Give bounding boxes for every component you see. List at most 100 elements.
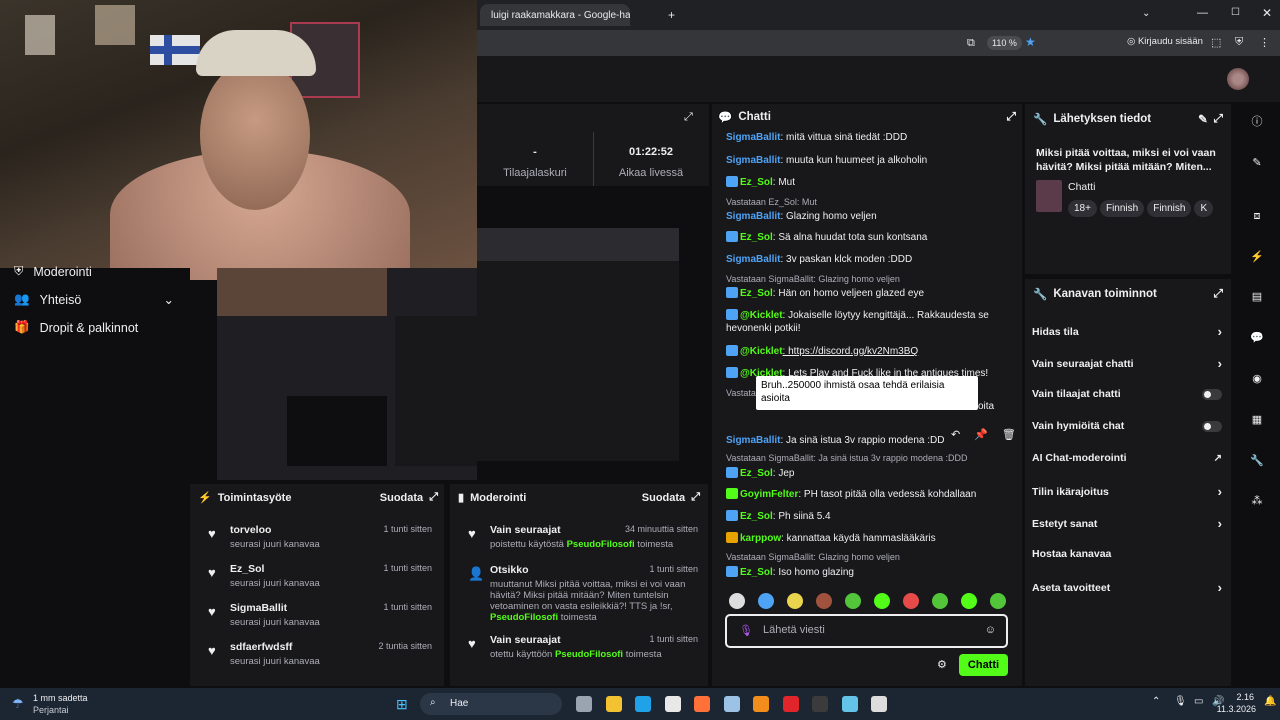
chat-message[interactable]: @Kicklet: Jokaiselle löytyy kengittäjä..…: [726, 309, 1018, 335]
emoji-icon[interactable]: ☺: [985, 624, 996, 636]
chat-username[interactable]: Ez_Sol: [740, 468, 773, 479]
tag[interactable]: Finnish: [1147, 200, 1192, 217]
emote-icon[interactable]: [874, 593, 890, 609]
reply-icon[interactable]: ↶: [951, 428, 960, 446]
popout-icon[interactable]: ⤢: [684, 111, 693, 124]
network-icon[interactable]: ▭: [1194, 696, 1203, 707]
microphone-icon[interactable]: 🎙: [739, 624, 753, 637]
chat-input[interactable]: 🎙 Lähetä viesti ☺: [725, 614, 1008, 648]
chat-username[interactable]: Ez_Sol: [740, 567, 773, 578]
nav-item-moderation[interactable]: ⛨ Moderointi: [14, 264, 92, 279]
bookmark-star-icon[interactable]: ★: [1025, 35, 1036, 49]
terminal-icon[interactable]: [812, 696, 828, 712]
chat-bubble-icon[interactable]: 💬: [1250, 331, 1264, 345]
channel-action-item[interactable]: Hidas tila ›: [1032, 324, 1222, 339]
chat-username[interactable]: Ez_Sol: [740, 232, 773, 243]
chat-username[interactable]: GoyimFelter: [740, 489, 798, 500]
clock-time[interactable]: 2.16: [1224, 692, 1254, 702]
gear-icon[interactable]: ⚙: [937, 658, 947, 671]
screenshot-icon[interactable]: ⧉: [967, 37, 975, 50]
apps-icon[interactable]: ⁂: [1250, 494, 1264, 508]
store-icon[interactable]: [664, 696, 681, 712]
signin-button[interactable]: ◎ Kirjaudu sisään: [1127, 36, 1203, 47]
toggle-switch[interactable]: [1202, 420, 1222, 432]
delete-icon[interactable]: 🗑: [1002, 428, 1016, 446]
chat-message[interactable]: Ez_Sol: Mut: [726, 176, 1018, 189]
popout-icon[interactable]: ⤢: [429, 491, 438, 504]
chat-message[interactable]: GoyimFelter: PH tasot pitää olla vedessä…: [726, 488, 1018, 501]
extensions-icon[interactable]: ⬚: [1211, 36, 1221, 49]
chevron-right-icon[interactable]: ›: [1218, 356, 1222, 371]
maximize-icon[interactable]: ☐: [1231, 7, 1240, 18]
chevron-right-icon[interactable]: ›: [1218, 484, 1222, 499]
microphone-icon[interactable]: 🎙: [1174, 696, 1187, 707]
info-icon[interactable]: ⓘ: [1250, 115, 1264, 129]
activity-item[interactable]: ♥ SigmaBallit 1 tunti sitten seurasi juuri …: [196, 602, 432, 636]
opera-icon[interactable]: [782, 696, 799, 712]
emote-icon[interactable]: [816, 593, 832, 609]
tag[interactable]: 18+: [1068, 200, 1097, 217]
steam-icon[interactable]: [723, 696, 740, 712]
chat-message[interactable]: @Kicklet: https://discord.gg/kv2Nm3BQ: [726, 345, 1018, 358]
nav-item-community[interactable]: 👥 Yhteisö ⌄: [14, 292, 174, 307]
chat-message[interactable]: Ez_Sol: Iso homo glazing: [726, 566, 1018, 579]
activity-name[interactable]: SigmaBallit: [230, 602, 287, 614]
channel-action-item[interactable]: Hostaa kanavaa: [1032, 548, 1222, 560]
chevron-right-icon[interactable]: ›: [1218, 324, 1222, 339]
lightning-icon[interactable]: ⚡: [1250, 250, 1264, 264]
pin-icon[interactable]: 📌: [974, 428, 988, 446]
chat-username[interactable]: SigmaBallit: [726, 211, 780, 222]
chat-username[interactable]: SigmaBallit: [726, 155, 780, 166]
edit-icon[interactable]: ✎: [1250, 156, 1264, 170]
emote-icon[interactable]: [903, 593, 919, 609]
activity-name[interactable]: Ez_Sol: [230, 563, 264, 575]
chat-message[interactable]: SigmaBallit: Glazing homo veljen: [726, 210, 1018, 223]
activity-name[interactable]: sdfaerfwdsff: [230, 641, 292, 653]
activity-item[interactable]: ♥ Ez_Sol 1 tunti sitten seurasi juuri kanav…: [196, 563, 432, 597]
minimize-icon[interactable]: —: [1197, 7, 1208, 19]
edit-icon[interactable]: ✎: [1198, 112, 1208, 126]
windows-start-icon[interactable]: ⊞: [396, 696, 408, 713]
emote-icon[interactable]: [932, 593, 948, 609]
chat-username[interactable]: SigmaBallit: [726, 132, 780, 143]
emote-icon[interactable]: [990, 593, 1006, 609]
channel-action-item[interactable]: Vain tilaajat chatti: [1032, 388, 1222, 400]
notepad-icon[interactable]: [841, 696, 858, 712]
task-view-icon[interactable]: [576, 696, 592, 712]
chat-message[interactable]: Ez_Sol: Sä alna huudat tota sun kontsana: [726, 231, 1018, 244]
chat-username[interactable]: Ez_Sol: [740, 288, 773, 299]
chevron-down-icon[interactable]: ⌄: [1142, 8, 1150, 19]
layout-icon[interactable]: ▦: [1250, 413, 1264, 427]
file-explorer-icon[interactable]: [605, 696, 622, 712]
nav-item-drops[interactable]: 🎁 Dropit & palkinnot: [14, 320, 138, 335]
emote-icon[interactable]: [758, 593, 774, 609]
zoom-level[interactable]: 110 %: [987, 36, 1022, 50]
filter-button[interactable]: Suodata: [642, 492, 685, 504]
clock-date[interactable]: 11.3.2026: [1206, 704, 1256, 714]
chat-message[interactable]: karppow: kannattaa käydä hammaslääkäris: [726, 532, 1018, 545]
popout-icon[interactable]: ⤢: [1214, 288, 1223, 301]
chat-message[interactable]: Ez_Sol: Ph siinä 5.4: [726, 510, 1018, 523]
chevron-right-icon[interactable]: ›: [1218, 516, 1222, 531]
filter-button[interactable]: Suodata: [380, 492, 423, 504]
channel-action-item[interactable]: Vain seuraajat chatti ›: [1032, 356, 1222, 371]
chrome-icon[interactable]: [871, 696, 887, 712]
chat-username[interactable]: karppow: [740, 533, 781, 544]
tag[interactable]: Finnish: [1099, 200, 1145, 217]
chat-message[interactable]: SigmaBallit: mitä vittua sinä tiedät :DD…: [726, 131, 1018, 144]
shield-icon[interactable]: ⛨: [1235, 36, 1243, 49]
moderation-item[interactable]: 👤 Otsikko 1 tunti sitten muuttanut Miksi pi…: [456, 564, 698, 624]
notification-icon[interactable]: 🔔: [1264, 696, 1276, 707]
edge-icon[interactable]: [635, 696, 651, 712]
chat-username[interactable]: Ez_Sol: [740, 177, 773, 188]
chat-username[interactable]: @Kicklet: [740, 346, 783, 357]
taskbar-search[interactable]: ⌕ Hae: [420, 693, 562, 715]
activity-item[interactable]: ♥ torveloo 1 tunti sitten seurasi juuri kan…: [196, 524, 432, 558]
moderation-item[interactable]: ♥ Vain seuraajat 1 tunti sitten otettu käyt…: [456, 634, 698, 686]
activity-name[interactable]: torveloo: [230, 524, 271, 536]
chat-username[interactable]: SigmaBallit: [726, 435, 780, 446]
chat-username[interactable]: Ez_Sol: [740, 511, 773, 522]
close-window-icon[interactable]: ✕: [1262, 6, 1272, 20]
chat-message[interactable]: Ez_Sol: Hän on homo veljeen glazed eye: [726, 287, 1018, 300]
moderation-action-name[interactable]: Vain seuraajat: [490, 634, 561, 646]
